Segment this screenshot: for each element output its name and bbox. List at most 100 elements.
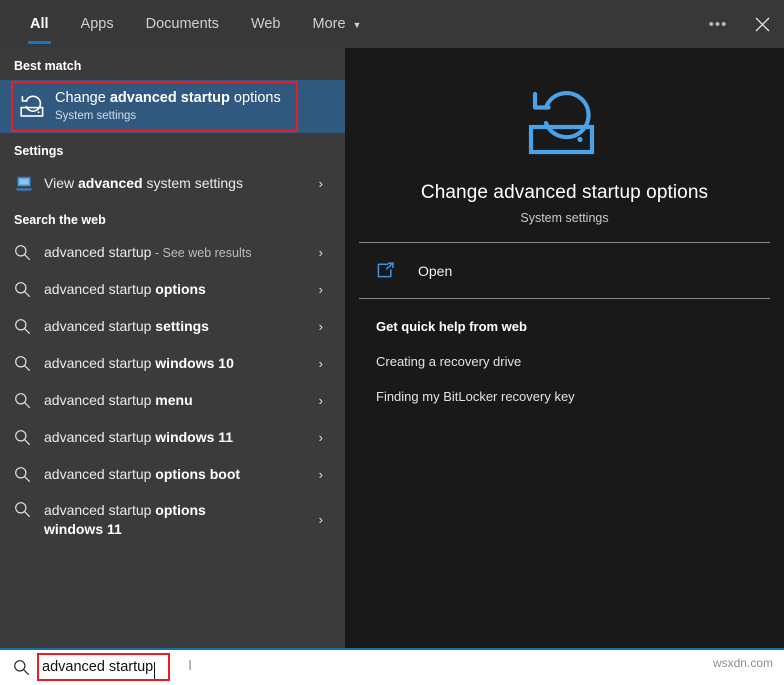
best-match-title-bold: advanced startup [109,90,230,106]
tab-web-label: Web [250,16,281,32]
chevron-right-icon[interactable]: › [319,382,323,419]
web-result-label: advanced startup windows 11 [44,428,273,447]
tab-documents[interactable]: Documents [130,0,235,48]
chevron-right-icon[interactable]: › [319,308,323,345]
preview-subtitle: System settings [520,211,609,225]
search-bar[interactable]: advanced startup I [0,648,784,685]
chevron-right-icon[interactable]: › [319,165,323,202]
web-result-bold: options boot [155,466,241,482]
search-icon [14,501,44,518]
web-result-row[interactable]: advanced startup windows 10 › [0,345,345,382]
settings-header: Settings [14,144,64,158]
tab-apps[interactable]: Apps [65,0,130,48]
web-result-row[interactable]: advanced startup - See web results › [0,234,345,271]
web-result-label: advanced startup settings [44,317,249,336]
web-result-row[interactable]: advanced startup settings › [0,308,345,345]
recovery-drive-icon [11,93,55,121]
preview-divider-2 [359,298,770,299]
web-result-bold: windows 11 [155,429,234,445]
tab-documents-label: Documents [145,16,219,32]
web-result-bold: options [155,281,206,297]
recovery-drive-icon [345,82,784,168]
chevron-down-icon: ▼ [352,20,362,30]
tab-active-underline [28,41,51,44]
more-options-icon[interactable]: ••• [696,1,740,47]
help-link[interactable]: Finding my BitLocker recovery key [376,389,784,404]
best-match-text: Change advanced startup options System s… [55,89,281,124]
web-result-label: advanced startup options windows 11 [44,501,294,539]
help-link[interactable]: Creating a recovery drive [376,354,784,369]
web-result-row[interactable]: advanced startup menu › [0,382,345,419]
settings-result-row[interactable]: View advanced system settings › [0,165,345,202]
web-result-label: advanced startup windows 10 [44,354,274,373]
best-match-header: Best match [14,59,82,73]
preview-pane: Change advanced startup options System s… [345,48,784,648]
search-tabbar: All Apps Documents Web More ▼ ••• [0,0,784,48]
web-result-label: advanced startup menu [44,391,233,410]
chevron-right-icon[interactable]: › [319,493,323,545]
tab-apps-label: Apps [80,16,114,32]
web-result-prefix: advanced startup [44,502,156,518]
chevron-right-icon[interactable]: › [319,419,323,456]
quick-help-header: Get quick help from web [376,319,527,334]
window-buttons: ••• [696,0,784,48]
web-result-row[interactable]: advanced startup options boot › [0,456,345,493]
web-result-label: advanced startup options boot [44,465,280,484]
web-result-prefix: advanced startup [44,466,156,482]
tab-list: All Apps Documents Web More ▼ [14,0,377,48]
preview-title: Change advanced startup options [420,182,709,203]
text-cursor [154,662,156,679]
best-match-title-suffix: options [229,90,281,106]
web-result-prefix: advanced startup [44,355,156,371]
search-icon [14,318,44,335]
preview-divider [359,242,770,243]
search-icon [0,659,42,676]
best-match-row-wrap: Change advanced startup options System s… [0,80,345,133]
search-icon [14,281,44,298]
close-icon[interactable] [740,1,784,47]
search-input[interactable]: advanced startup I [37,653,192,681]
search-the-web-header: Search the web [14,213,106,227]
web-result-bold: windows 10 [155,355,234,371]
tab-web[interactable]: Web [235,0,297,48]
best-match-title-prefix: Change [55,90,110,106]
web-result-label: advanced startup - See web results [44,243,291,263]
web-result-row[interactable]: advanced startup options › [0,271,345,308]
chevron-right-icon[interactable]: › [319,345,323,382]
web-result-prefix: advanced startup [44,281,156,297]
windows-search-panel: All Apps Documents Web More ▼ ••• Best m… [0,0,784,685]
tab-more-label: More [312,16,346,32]
web-result-bold: menu [155,392,193,408]
web-result-row[interactable]: advanced startup options windows 11 › [0,493,345,545]
best-match-title: Change advanced startup options [55,89,281,107]
open-external-icon [376,261,418,280]
settings-result-bold: advanced [77,175,143,191]
web-result-prefix: advanced startup [44,243,152,260]
chevron-right-icon[interactable]: › [319,271,323,308]
settings-result-prefix: View [44,175,78,191]
web-result-prefix: advanced startup [44,318,156,334]
chevron-right-icon[interactable]: › [319,234,323,271]
web-result-prefix: advanced startup [44,429,156,445]
search-input-value: advanced startup [42,659,154,675]
settings-result-suffix: system settings [142,175,243,191]
watermark: wsxdn.com [712,656,773,670]
search-icon [14,466,44,483]
open-label: Open [418,262,453,279]
search-icon [14,244,44,261]
search-icon [14,392,44,409]
computer-settings-icon [14,175,44,193]
preview-header: Change advanced startup options System s… [345,48,784,225]
settings-result-label: View advanced system settings [44,174,283,193]
tab-all[interactable]: All [14,0,65,48]
best-match-row[interactable]: Change advanced startup options System s… [0,80,345,133]
tab-more[interactable]: More ▼ [297,0,378,48]
ibeam-pointer-icon: I [188,657,193,674]
best-match-subtitle: System settings [55,110,137,122]
quick-help-section: Get quick help from web Creating a recov… [345,299,784,404]
open-action-row[interactable]: Open [345,243,784,298]
chevron-right-icon[interactable]: › [319,456,323,493]
tab-all-label: All [30,16,49,32]
web-result-label: advanced startup options [44,280,246,299]
web-result-row[interactable]: advanced startup windows 11 › [0,419,345,456]
